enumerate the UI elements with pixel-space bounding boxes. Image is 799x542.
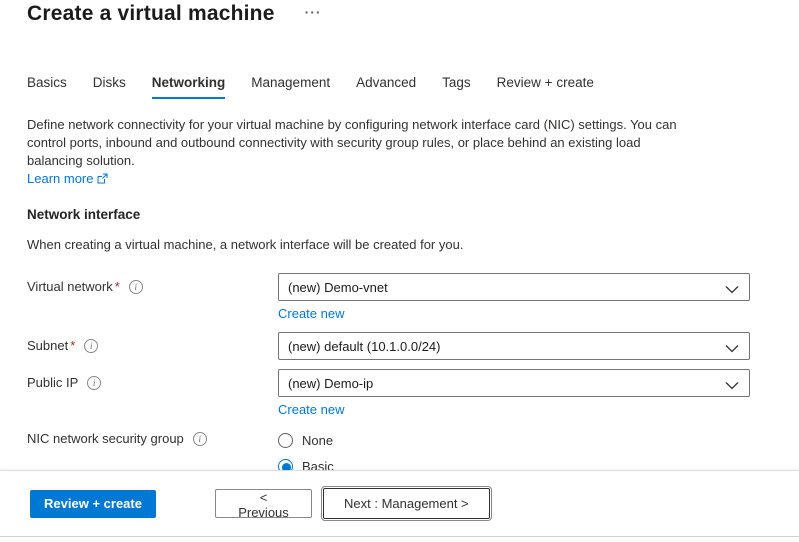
networking-description: Define network connectivity for your vir… — [27, 116, 699, 170]
learn-more-label: Learn more — [27, 171, 93, 186]
radio-button-icon — [278, 433, 293, 448]
nic-nsg-label-text: NIC network security group — [27, 431, 184, 446]
public-ip-label-text: Public IP — [27, 375, 78, 390]
subnet-dropdown[interactable]: (new) default (10.1.0.0/24) — [278, 332, 750, 360]
subnet-label-text: Subnet — [27, 338, 68, 353]
section-heading-network-interface: Network interface — [27, 207, 799, 222]
radio-none-label: None — [302, 433, 333, 448]
virtual-network-value: (new) Demo-vnet — [288, 280, 388, 295]
previous-button[interactable]: < Previous — [215, 489, 312, 518]
tab-advanced[interactable]: Advanced — [356, 75, 416, 99]
network-interface-helper-text: When creating a virtual machine, a netwo… — [27, 237, 799, 252]
external-link-icon — [97, 173, 108, 184]
tab-tags[interactable]: Tags — [442, 75, 471, 99]
radio-basic[interactable]: Basic — [278, 458, 750, 470]
virtual-network-label: Virtual network* — [27, 273, 278, 294]
public-ip-create-new-link[interactable]: Create new — [278, 402, 344, 417]
nic-nsg-row: NIC network security group None Basic — [27, 429, 799, 470]
chevron-down-icon — [725, 282, 739, 297]
public-ip-dropdown[interactable]: (new) Demo-ip — [278, 369, 750, 397]
page-content: Create a virtual machine ··· Basics Disk… — [0, 0, 799, 470]
public-ip-value: (new) Demo-ip — [288, 376, 373, 391]
radio-button-selected-icon — [278, 459, 293, 470]
virtual-network-label-text: Virtual network — [27, 279, 113, 294]
learn-more-link[interactable]: Learn more — [27, 171, 108, 186]
subnet-row: Subnet* (new) default (10.1.0.0/24) — [27, 332, 799, 360]
networking-form: Virtual network* (new) Demo-vnet Create … — [27, 273, 799, 470]
bottom-divider — [0, 536, 799, 537]
tab-review-create[interactable]: Review + create — [497, 75, 594, 99]
chevron-down-icon — [725, 378, 739, 393]
wizard-footer: Review + create < Previous Next : Manage… — [0, 470, 799, 536]
create-vm-page: Create a virtual machine ··· Basics Disk… — [0, 0, 799, 542]
tab-bar: Basics Disks Networking Management Advan… — [27, 75, 799, 99]
virtual-network-dropdown[interactable]: (new) Demo-vnet — [278, 273, 750, 301]
page-title: Create a virtual machine — [27, 2, 275, 26]
info-icon[interactable] — [129, 280, 143, 294]
info-icon[interactable] — [87, 376, 101, 390]
required-asterisk: * — [115, 279, 120, 294]
page-header: Create a virtual machine ··· — [27, 0, 799, 26]
tab-management[interactable]: Management — [251, 75, 330, 99]
tab-basics[interactable]: Basics — [27, 75, 67, 99]
required-asterisk: * — [70, 338, 75, 353]
nic-nsg-radio-group: None Basic Advanced — [278, 429, 750, 470]
public-ip-label: Public IP — [27, 369, 278, 390]
virtual-network-create-new-link[interactable]: Create new — [278, 306, 344, 321]
tab-networking[interactable]: Networking — [152, 75, 226, 99]
info-icon[interactable] — [84, 339, 98, 353]
next-management-button[interactable]: Next : Management > — [323, 488, 490, 519]
virtual-network-row: Virtual network* (new) Demo-vnet Create … — [27, 273, 799, 321]
nic-nsg-label: NIC network security group — [27, 429, 278, 446]
chevron-down-icon — [725, 341, 739, 356]
radio-basic-label: Basic — [302, 459, 334, 470]
radio-none[interactable]: None — [278, 432, 750, 449]
review-create-button[interactable]: Review + create — [30, 490, 156, 518]
tab-disks[interactable]: Disks — [93, 75, 126, 99]
public-ip-row: Public IP (new) Demo-ip Create new — [27, 369, 799, 417]
info-icon[interactable] — [193, 432, 207, 446]
more-options-icon[interactable]: ··· — [305, 4, 322, 20]
subnet-value: (new) default (10.1.0.0/24) — [288, 339, 440, 354]
subnet-label: Subnet* — [27, 332, 278, 353]
